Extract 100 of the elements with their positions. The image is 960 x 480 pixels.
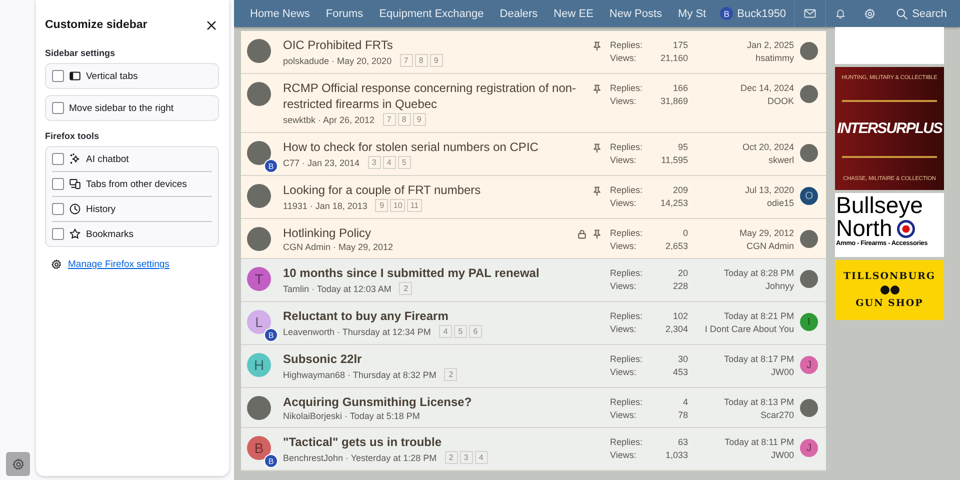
nav-link[interactable]: Dealers [500, 8, 538, 20]
option-label[interactable]: Move sidebar to the right [69, 102, 174, 114]
thread-title[interactable]: "Tactical" gets us in trouble [283, 434, 596, 450]
username-link[interactable]: Buck1950 [737, 8, 786, 20]
user-avatar[interactable] [247, 141, 271, 165]
checkbox[interactable] [52, 102, 64, 114]
page-link[interactable]: 4 [382, 156, 396, 169]
last-poster[interactable]: skwerl [768, 155, 794, 166]
settings-link[interactable]: Manage Firefox settings [68, 259, 170, 270]
user-avatar[interactable] [800, 144, 818, 162]
option-label[interactable]: Vertical tabs [86, 70, 138, 82]
last-poster[interactable]: DOOK [767, 96, 794, 107]
option-label[interactable]: History [86, 204, 116, 214]
page-link[interactable]: 11 [407, 199, 422, 212]
last-poster[interactable]: JW00 [770, 450, 794, 461]
thread-title[interactable]: 10 months since I submitted my PAL renewal [283, 265, 596, 281]
thread-title[interactable]: Subsonic 22lr [283, 351, 596, 367]
last-post-date[interactable]: May 29, 2012 [739, 228, 794, 239]
page-link[interactable]: 5 [398, 156, 411, 169]
page-link[interactable]: 2 [399, 282, 412, 295]
last-post-date[interactable]: Today at 8:11 PM [724, 437, 794, 448]
last-post-date[interactable]: Today at 8:21 PM [724, 311, 794, 322]
page-link[interactable]: 9 [375, 199, 388, 212]
ad-brand: INTERSURPLUS [837, 120, 942, 137]
last-poster[interactable]: I Dont Care About You [704, 324, 794, 335]
user-avatar[interactable] [247, 82, 271, 106]
option-label[interactable]: Bookmarks [86, 228, 134, 240]
thread-title[interactable]: Looking for a couple of FRT numbers [283, 182, 586, 198]
thread-title[interactable]: Acquiring Gunsmithing License? [283, 394, 596, 410]
nav-link[interactable]: Forums [326, 8, 364, 20]
thread-title[interactable]: Hotlinking Policy [283, 225, 571, 241]
checkbox[interactable] [52, 228, 64, 240]
last-post-date[interactable]: Oct 20, 2024 [742, 142, 794, 153]
last-poster[interactable]: JW00 [770, 367, 794, 378]
views-label: Views: [610, 324, 638, 335]
user-avatar[interactable]: L [247, 310, 271, 334]
replies-label: Replies: [610, 397, 643, 408]
user-avatar[interactable] [247, 184, 271, 208]
thread-meta: Tamlin · Today at 12:03 AM [283, 284, 392, 294]
bell-icon [835, 8, 846, 19]
user-avatar[interactable] [800, 85, 818, 103]
option-label[interactable]: AI chatbot [86, 154, 129, 164]
ad-banner[interactable]: TILLSONBURG GUN SHOP [835, 260, 944, 320]
replies-label: Replies: [610, 354, 643, 365]
user-avatar[interactable] [800, 230, 818, 248]
checkbox[interactable] [52, 178, 64, 190]
page-link[interactable]: 7 [382, 113, 396, 126]
page-link[interactable]: 8 [398, 113, 411, 126]
last-post-date[interactable]: Today at 8:17 PM [724, 354, 794, 365]
checkbox[interactable] [52, 153, 64, 165]
user-avatar[interactable]: B [720, 7, 734, 20]
page-link[interactable]: 4 [474, 451, 488, 464]
last-post-date[interactable]: Jan 2, 2025 [746, 40, 794, 51]
nav-link[interactable]: My St [678, 8, 706, 20]
checkbox[interactable] [52, 203, 64, 215]
last-post-date[interactable]: Today at 8:13 PM [724, 397, 794, 408]
replies-label: Replies: [610, 83, 643, 94]
page-link[interactable]: 3 [460, 451, 473, 464]
last-post-date[interactable]: Today at 8:28 PM [724, 268, 794, 279]
last-poster[interactable]: odie15 [766, 198, 794, 209]
nav-link[interactable]: New Posts [609, 8, 662, 20]
page-link[interactable]: 6 [468, 325, 482, 338]
thread-title[interactable]: RCMP Official response concerning registration of non-restricted firearms in Quebec [283, 80, 586, 112]
user-avatar[interactable] [800, 399, 818, 417]
last-poster[interactable]: Scar270 [760, 410, 794, 421]
user-avatar[interactable] [247, 396, 271, 420]
nav-link[interactable]: New EE [554, 8, 594, 20]
user-avatar[interactable] [247, 39, 271, 63]
last-poster[interactable]: Johnyy [765, 281, 794, 292]
user-avatar[interactable] [800, 42, 818, 60]
page-link[interactable]: 9 [430, 54, 443, 67]
thread-meta: BenchrestJohn · Yesterday at 1:28 PM [283, 452, 437, 462]
page-link[interactable]: 7 [400, 54, 413, 67]
page-link[interactable]: 4 [438, 325, 452, 338]
thread-title[interactable]: OIC Prohibited FRTs [283, 37, 586, 53]
page-link[interactable]: 5 [454, 325, 467, 338]
option-label[interactable]: Tabs from other devices [86, 178, 187, 190]
user-avatar[interactable] [247, 227, 271, 251]
last-poster[interactable]: hsatimmy [755, 53, 794, 64]
page-link[interactable]: 2 [444, 451, 458, 464]
user-avatar[interactable]: O [800, 187, 818, 205]
page-link[interactable]: 2 [444, 368, 458, 381]
page-link[interactable]: 10 [390, 199, 406, 212]
settings-button[interactable] [6, 452, 30, 476]
thread-title[interactable]: Reluctant to buy any Firearm [283, 308, 596, 324]
last-poster[interactable]: CGN Admin [746, 241, 794, 252]
search-link[interactable]: Search [885, 8, 947, 20]
thread-title[interactable]: How to check for stolen serial numbers on CPIC [283, 139, 586, 155]
views-count: 21,160 [659, 53, 688, 64]
page-link[interactable]: 3 [368, 156, 381, 169]
thread-meta: 11931 · Jan 18, 2013 [283, 200, 368, 210]
page-link[interactable]: 8 [414, 54, 428, 67]
nav-link[interactable]: Equipment Exchange [379, 8, 484, 20]
checkbox[interactable] [52, 70, 64, 82]
nav-link[interactable]: Home News [250, 8, 310, 20]
last-post-date[interactable]: Dec 14, 2024 [740, 83, 794, 94]
last-post-date[interactable]: Jul 13, 2020 [744, 185, 794, 196]
user-avatar[interactable]: H [247, 353, 271, 377]
user-avatar[interactable] [800, 270, 818, 288]
page-link[interactable]: 9 [412, 113, 426, 126]
